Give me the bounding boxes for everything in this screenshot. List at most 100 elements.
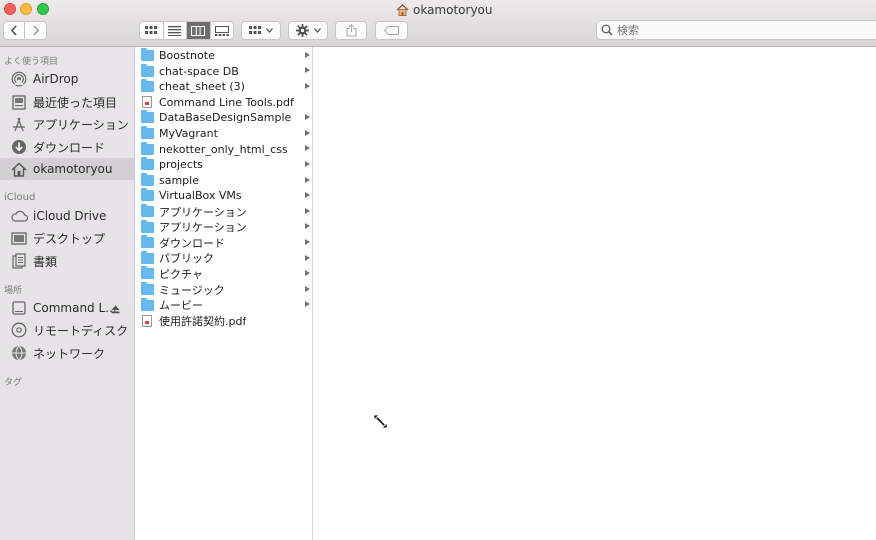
sidebar-item-network[interactable]: ネットワーク bbox=[0, 342, 134, 364]
home-folder-column: Boostnote chat-space DB cheat_sheet (3) Com… bbox=[135, 47, 313, 540]
network-icon bbox=[10, 345, 28, 361]
chevron-right-icon bbox=[32, 25, 39, 36]
group-by-button[interactable] bbox=[241, 21, 281, 40]
remote-disc-icon bbox=[10, 322, 28, 338]
disclosure-arrow-icon bbox=[305, 270, 310, 277]
sidebar-item-airdrop[interactable]: AirDrop bbox=[0, 68, 134, 90]
gallery-view-button[interactable] bbox=[211, 22, 234, 39]
gallery-view-icon bbox=[214, 25, 229, 36]
home-icon bbox=[10, 161, 28, 177]
folder-row[interactable]: アプリケーション bbox=[135, 219, 313, 235]
pdf-file-icon bbox=[142, 96, 152, 109]
folder-icon bbox=[141, 172, 154, 186]
folder-icon bbox=[141, 126, 154, 140]
icon-view-icon bbox=[145, 26, 158, 34]
item-name: ムービー bbox=[159, 299, 203, 313]
disclosure-arrow-icon bbox=[305, 114, 310, 121]
folder-row[interactable]: ミュージック bbox=[135, 282, 313, 298]
applications-icon bbox=[10, 116, 28, 132]
folder-icon bbox=[141, 188, 154, 202]
documents-icon bbox=[10, 253, 28, 269]
sidebar-item-documents[interactable]: 書類 bbox=[0, 250, 134, 272]
share-button[interactable] bbox=[335, 21, 367, 40]
folder-row[interactable]: nekotter_only_html_css bbox=[135, 141, 313, 157]
folder-icon bbox=[141, 250, 154, 264]
forward-button[interactable] bbox=[25, 22, 46, 39]
item-name: Boostnote bbox=[159, 49, 215, 63]
folder-row[interactable]: sample bbox=[135, 172, 313, 189]
folder-row[interactable]: アプリケーション bbox=[135, 204, 313, 220]
sidebar-item-recents[interactable]: 最近使った項目 bbox=[0, 91, 134, 113]
file-row[interactable]: 使用許諾契約.pdf bbox=[135, 313, 313, 329]
back-forward-control bbox=[3, 21, 47, 40]
action-menu-button[interactable] bbox=[288, 21, 328, 40]
sidebar-item-command-line-disk[interactable]: Command L... bbox=[0, 297, 134, 319]
eject-icon[interactable] bbox=[111, 303, 120, 317]
sidebar-item-applications[interactable]: アプリケーション bbox=[0, 113, 134, 135]
gear-icon bbox=[295, 24, 309, 37]
folder-row[interactable]: projects bbox=[135, 157, 313, 173]
item-name: cheat_sheet (3) bbox=[159, 80, 245, 94]
item-name: sample bbox=[159, 173, 199, 187]
sidebar-item-label: ネットワーク bbox=[33, 346, 106, 361]
minimize-window-button[interactable] bbox=[20, 3, 32, 15]
desktop-icon bbox=[10, 230, 28, 246]
sidebar: よく使う項目 AirDrop 最近使った項目 アプリケーション ダウンロード o… bbox=[0, 47, 135, 540]
disclosure-arrow-icon bbox=[305, 285, 310, 292]
folder-icon bbox=[141, 219, 154, 233]
sidebar-item-downloads[interactable]: ダウンロード bbox=[0, 136, 134, 158]
home-icon bbox=[396, 4, 409, 16]
disclosure-arrow-icon bbox=[305, 51, 310, 58]
sidebar-item-label: リモートディスク bbox=[33, 323, 129, 338]
folder-row[interactable]: cheat_sheet (3) bbox=[135, 79, 313, 95]
disk-icon bbox=[10, 300, 28, 316]
sidebar-header-tags: タグ bbox=[4, 378, 23, 388]
item-name: DataBaseDesignSample bbox=[159, 111, 292, 125]
edit-tags-button[interactable] bbox=[375, 21, 408, 40]
disclosure-arrow-icon bbox=[305, 129, 310, 136]
column-view-button[interactable] bbox=[187, 22, 211, 39]
sidebar-header-icloud: iCloud bbox=[4, 192, 36, 203]
folder-row[interactable]: DataBaseDesignSample bbox=[135, 110, 313, 126]
disclosure-arrow-icon bbox=[305, 67, 310, 74]
folder-row[interactable]: ムービー bbox=[135, 297, 313, 313]
search-input[interactable] bbox=[617, 23, 857, 37]
list-view-button[interactable] bbox=[164, 22, 187, 39]
group-grid-icon bbox=[249, 26, 261, 34]
sidebar-item-desktop[interactable]: デスクトップ bbox=[0, 227, 134, 249]
finder-window: okamotoryou 検索 よく使う項目 AirDrop 最近使った項目 アプ… bbox=[0, 0, 876, 540]
folder-row[interactable]: VirtualBox VMs bbox=[135, 188, 313, 204]
cloud-icon bbox=[10, 208, 28, 224]
sidebar-item-label: iCloud Drive bbox=[33, 209, 107, 223]
file-row[interactable]: Command Line Tools.pdf bbox=[135, 95, 313, 111]
folder-row[interactable]: ピクチャ bbox=[135, 266, 313, 282]
title-bar: okamotoryou bbox=[0, 0, 876, 47]
sidebar-header-favorites: よく使う項目 bbox=[4, 57, 59, 67]
sidebar-item-icloud-drive[interactable]: iCloud Drive bbox=[0, 205, 134, 227]
folder-row[interactable]: MyVagrant bbox=[135, 126, 313, 142]
back-button[interactable] bbox=[4, 22, 26, 39]
window-title-text: okamotoryou bbox=[413, 3, 493, 17]
empty-column-area[interactable] bbox=[313, 47, 876, 540]
folder-row[interactable]: Boostnote bbox=[135, 48, 313, 64]
icon-view-button[interactable] bbox=[140, 22, 164, 39]
view-mode-control bbox=[139, 21, 234, 40]
item-name: Command Line Tools.pdf bbox=[159, 95, 294, 109]
item-name: VirtualBox VMs bbox=[159, 189, 242, 203]
sidebar-item-label: AirDrop bbox=[33, 72, 79, 86]
sidebar-header-locations: 場所 bbox=[4, 286, 23, 296]
folder-row[interactable]: パブリック bbox=[135, 250, 313, 267]
close-window-button[interactable] bbox=[4, 3, 16, 15]
folder-row[interactable]: ダウンロード bbox=[135, 235, 313, 251]
sidebar-item-label: デスクトップ bbox=[33, 231, 106, 246]
airdrop-icon bbox=[10, 71, 28, 87]
item-name: ピクチャ bbox=[159, 267, 203, 281]
folder-row[interactable]: chat-space DB bbox=[135, 63, 313, 79]
disclosure-arrow-icon bbox=[305, 176, 310, 183]
folder-icon bbox=[141, 79, 154, 93]
zoom-window-button[interactable] bbox=[37, 3, 49, 15]
disclosure-arrow-icon bbox=[305, 145, 310, 152]
sidebar-item-label: ダウンロード bbox=[33, 140, 106, 155]
sidebar-item-home[interactable]: okamotoryou bbox=[0, 158, 134, 180]
sidebar-item-remote-disc[interactable]: リモートディスク bbox=[0, 319, 134, 341]
